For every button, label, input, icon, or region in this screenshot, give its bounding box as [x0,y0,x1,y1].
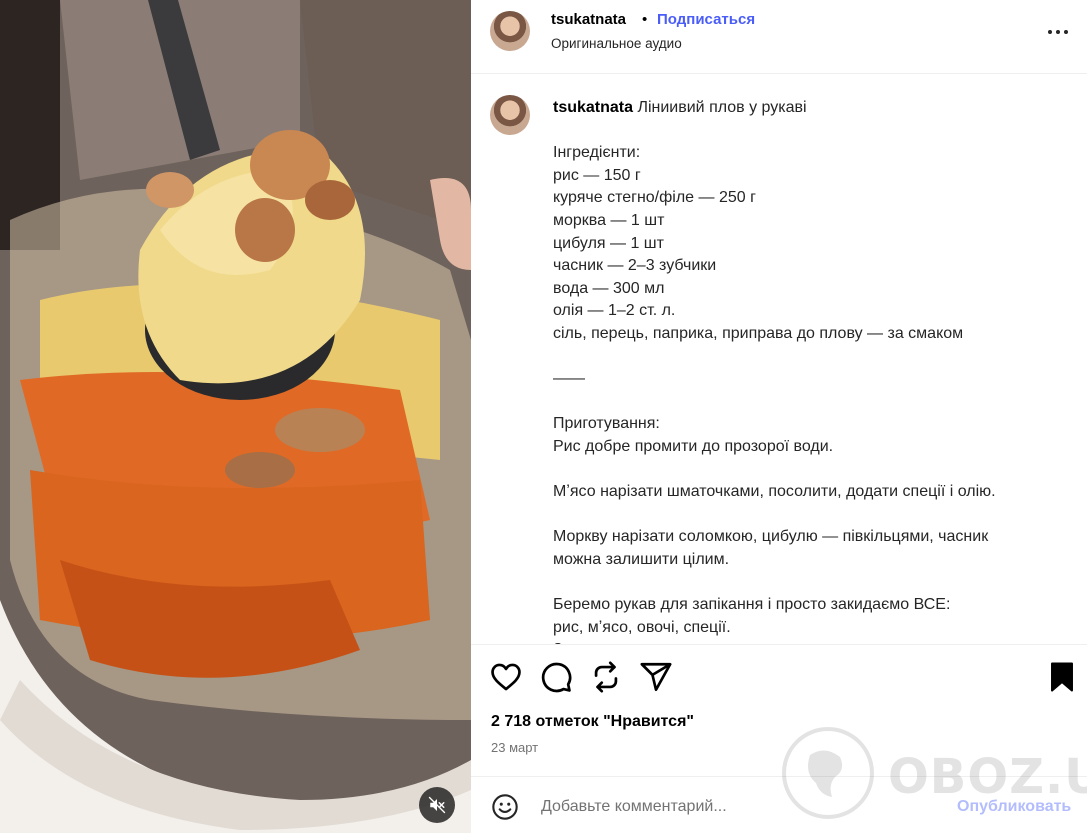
post-media[interactable] [0,0,471,833]
likes-count[interactable]: 2 718 отметок "Нравится" [491,713,694,731]
post-date[interactable]: 23 март [491,740,538,755]
send-icon[interactable] [639,660,673,694]
comment-bar: Опубликовать [471,776,1087,833]
caption-username[interactable]: tsukatnata [553,99,633,116]
header-username[interactable]: tsukatnata [551,11,626,28]
action-bar [471,660,1087,696]
repost-icon[interactable] [589,660,623,694]
post-header: tsukatnata • Подписаться Оригинальное ау… [471,0,1087,74]
avatar[interactable] [490,11,530,51]
comment-icon[interactable] [539,660,573,694]
speaker-muted-icon [428,796,446,814]
more-horizontal-icon[interactable] [1046,22,1070,42]
audio-label[interactable]: Оригинальное аудио [551,36,682,51]
follow-button[interactable]: Подписаться [657,11,755,28]
caption-avatar[interactable] [490,95,530,135]
heart-icon[interactable] [489,660,523,694]
food-photo [0,0,471,833]
caption-area: tsukatnata Ліниивий плов у рукаві Інгред… [471,75,1087,645]
header-separator: • [642,11,648,28]
caption-body: Ліниивий плов у рукаві Інгредієнти: рис … [553,99,996,644]
publish-button[interactable]: Опубликовать [957,798,1071,816]
comment-input[interactable] [541,795,921,819]
mute-button[interactable] [419,787,455,823]
post-side-panel: tsukatnata • Подписаться Оригинальное ау… [471,0,1087,833]
bookmark-icon[interactable] [1045,660,1079,694]
emoji-icon[interactable] [491,793,519,821]
caption-text: tsukatnata Ліниивий плов у рукаві Інгред… [553,97,1053,644]
